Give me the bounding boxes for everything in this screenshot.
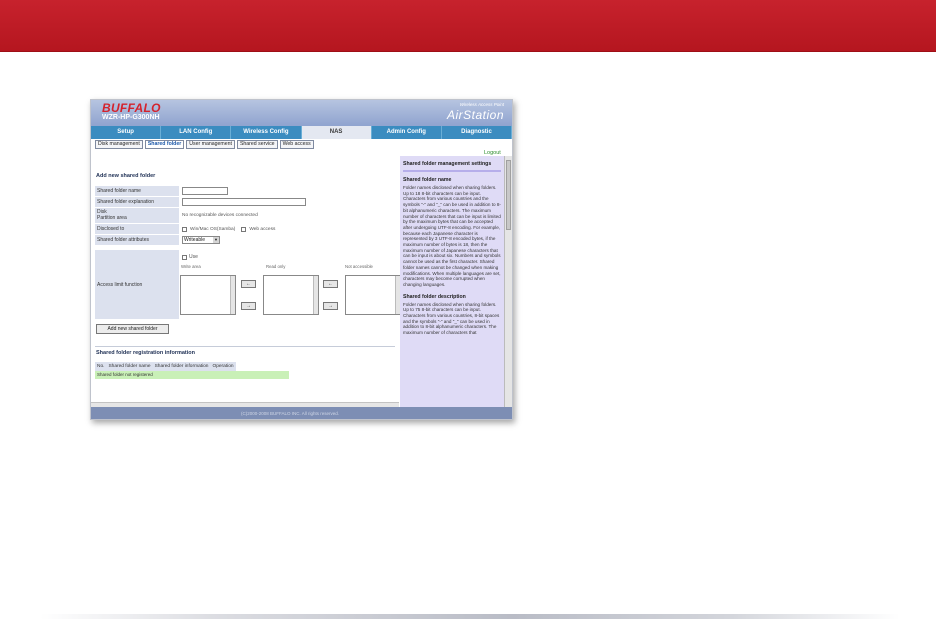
use-checkbox[interactable] [182, 254, 187, 260]
write-area-caption: Write area [181, 264, 201, 269]
read-only-list[interactable] [263, 275, 319, 315]
move-to-write-button[interactable]: ← [241, 280, 256, 288]
help-divider [403, 170, 501, 172]
router-admin-screenshot: BUFFALO WZR-HP-G300NH Wireless Access Po… [90, 99, 513, 420]
col-folder-info: Shared folder information [154, 364, 209, 369]
folder-name-label: Shared folder name [95, 186, 179, 196]
help-text-name: Folder names disclosed when sharing fold… [403, 185, 501, 287]
scroll-thumb[interactable] [506, 160, 511, 230]
subtab-web-access[interactable]: Web access [279, 140, 314, 149]
move-to-read-button[interactable]: → [241, 302, 256, 310]
sub-nav: Disk management Shared folder User manag… [95, 140, 314, 149]
folder-explanation-label: Shared folder explanation [95, 197, 179, 207]
disk-value: No recognizable devices connected [182, 213, 258, 218]
help-text-description: Folder names disclosed when sharing fold… [403, 301, 500, 336]
tab-nas[interactable]: NAS [301, 126, 372, 139]
col-no: No. [97, 364, 105, 369]
section-divider [95, 346, 395, 347]
attributes-label: Shared folder attributes [95, 235, 179, 245]
move-to-none-button[interactable]: → [323, 302, 338, 310]
attributes-value: Writeable [184, 237, 206, 243]
help-panel: Shared folder management settings Shared… [400, 156, 504, 407]
model-name: WZR-HP-G300NH [102, 114, 160, 121]
product-tag: Wireless Access Point [459, 102, 504, 107]
access-limit-label: Access limit function [95, 250, 179, 319]
help-title: Shared folder management settings [403, 161, 492, 167]
folder-explanation-input[interactable] [182, 198, 306, 206]
footer: (C)2000-2008 BUFFALO INC. All rights res… [91, 407, 512, 419]
help-scrollbar[interactable] [504, 156, 512, 407]
not-accessible-caption: Not accessible [345, 264, 373, 269]
disclosed-label: Disclosed to [95, 224, 179, 234]
chevron-down-icon: ▼ [213, 237, 219, 243]
col-operation: Operation [212, 364, 234, 369]
main-nav: Setup LAN Config Wireless Config NAS Adm… [91, 126, 512, 139]
tab-setup[interactable]: Setup [91, 126, 162, 139]
tab-lan-config[interactable]: LAN Config [161, 126, 232, 139]
add-shared-folder-button[interactable]: Add new shared folder [96, 324, 169, 334]
registration-empty-row: Shared folder not registered [95, 371, 289, 379]
write-area-list[interactable] [180, 275, 236, 315]
web-access-label: Web access [249, 226, 276, 232]
folder-name-input[interactable] [182, 187, 228, 195]
disk-label: Disk Partition area [95, 208, 179, 223]
use-option: Use [182, 254, 198, 260]
not-accessible-list[interactable] [345, 275, 401, 315]
help-heading-name: Shared folder name [403, 177, 452, 183]
brand-logo: BUFFALO [102, 101, 161, 115]
main-content: Add new shared folder Shared folder name… [91, 156, 401, 407]
tab-diagnostic[interactable]: Diagnostic [442, 126, 512, 139]
subtab-disk-management[interactable]: Disk management [95, 140, 143, 149]
top-banner [0, 0, 936, 52]
tab-wireless-config[interactable]: Wireless Config [231, 126, 302, 139]
tab-admin-config[interactable]: Admin Config [372, 126, 442, 139]
row-attributes: Shared folder attributes Writeable ▼ [95, 235, 395, 245]
subtab-shared-folder[interactable]: Shared folder [144, 140, 185, 149]
add-folder-title: Add new shared folder [96, 173, 156, 179]
attributes-select[interactable]: Writeable ▼ [182, 236, 220, 244]
list-scrollbar[interactable] [313, 276, 318, 314]
router-header: BUFFALO WZR-HP-G300NH Wireless Access Po… [91, 100, 512, 126]
list-scrollbar[interactable] [230, 276, 235, 314]
read-only-caption: Read only [266, 264, 286, 269]
row-disk: Disk Partition area No recognizable devi… [95, 208, 395, 223]
bottom-divider [40, 614, 900, 619]
subtab-shared-service[interactable]: Shared service [236, 140, 278, 149]
help-heading-description: Shared folder description [403, 293, 466, 300]
use-label: Use [189, 254, 198, 260]
move-to-read-left-button[interactable]: ← [323, 280, 338, 288]
row-disclosed: Disclosed to Win/Mac OS(Samba) Web acces… [95, 224, 395, 234]
samba-checkbox[interactable] [182, 226, 187, 232]
disk-label-line2: Partition area [97, 214, 127, 221]
copyright: (C)2000-2008 BUFFALO INC. All rights res… [241, 411, 340, 416]
row-folder-name: Shared folder name [95, 186, 395, 196]
subtab-user-management[interactable]: User management [186, 140, 235, 149]
samba-label: Win/Mac OS(Samba) [190, 226, 236, 232]
web-access-checkbox[interactable] [241, 226, 247, 232]
product-logo: AirStation [446, 108, 504, 122]
registration-table-header: No. Shared folder name Shared folder inf… [95, 362, 236, 371]
registration-title: Shared folder registration information [96, 350, 196, 356]
col-folder-name: Shared folder name [108, 364, 151, 369]
row-folder-explanation: Shared folder explanation [95, 197, 395, 207]
